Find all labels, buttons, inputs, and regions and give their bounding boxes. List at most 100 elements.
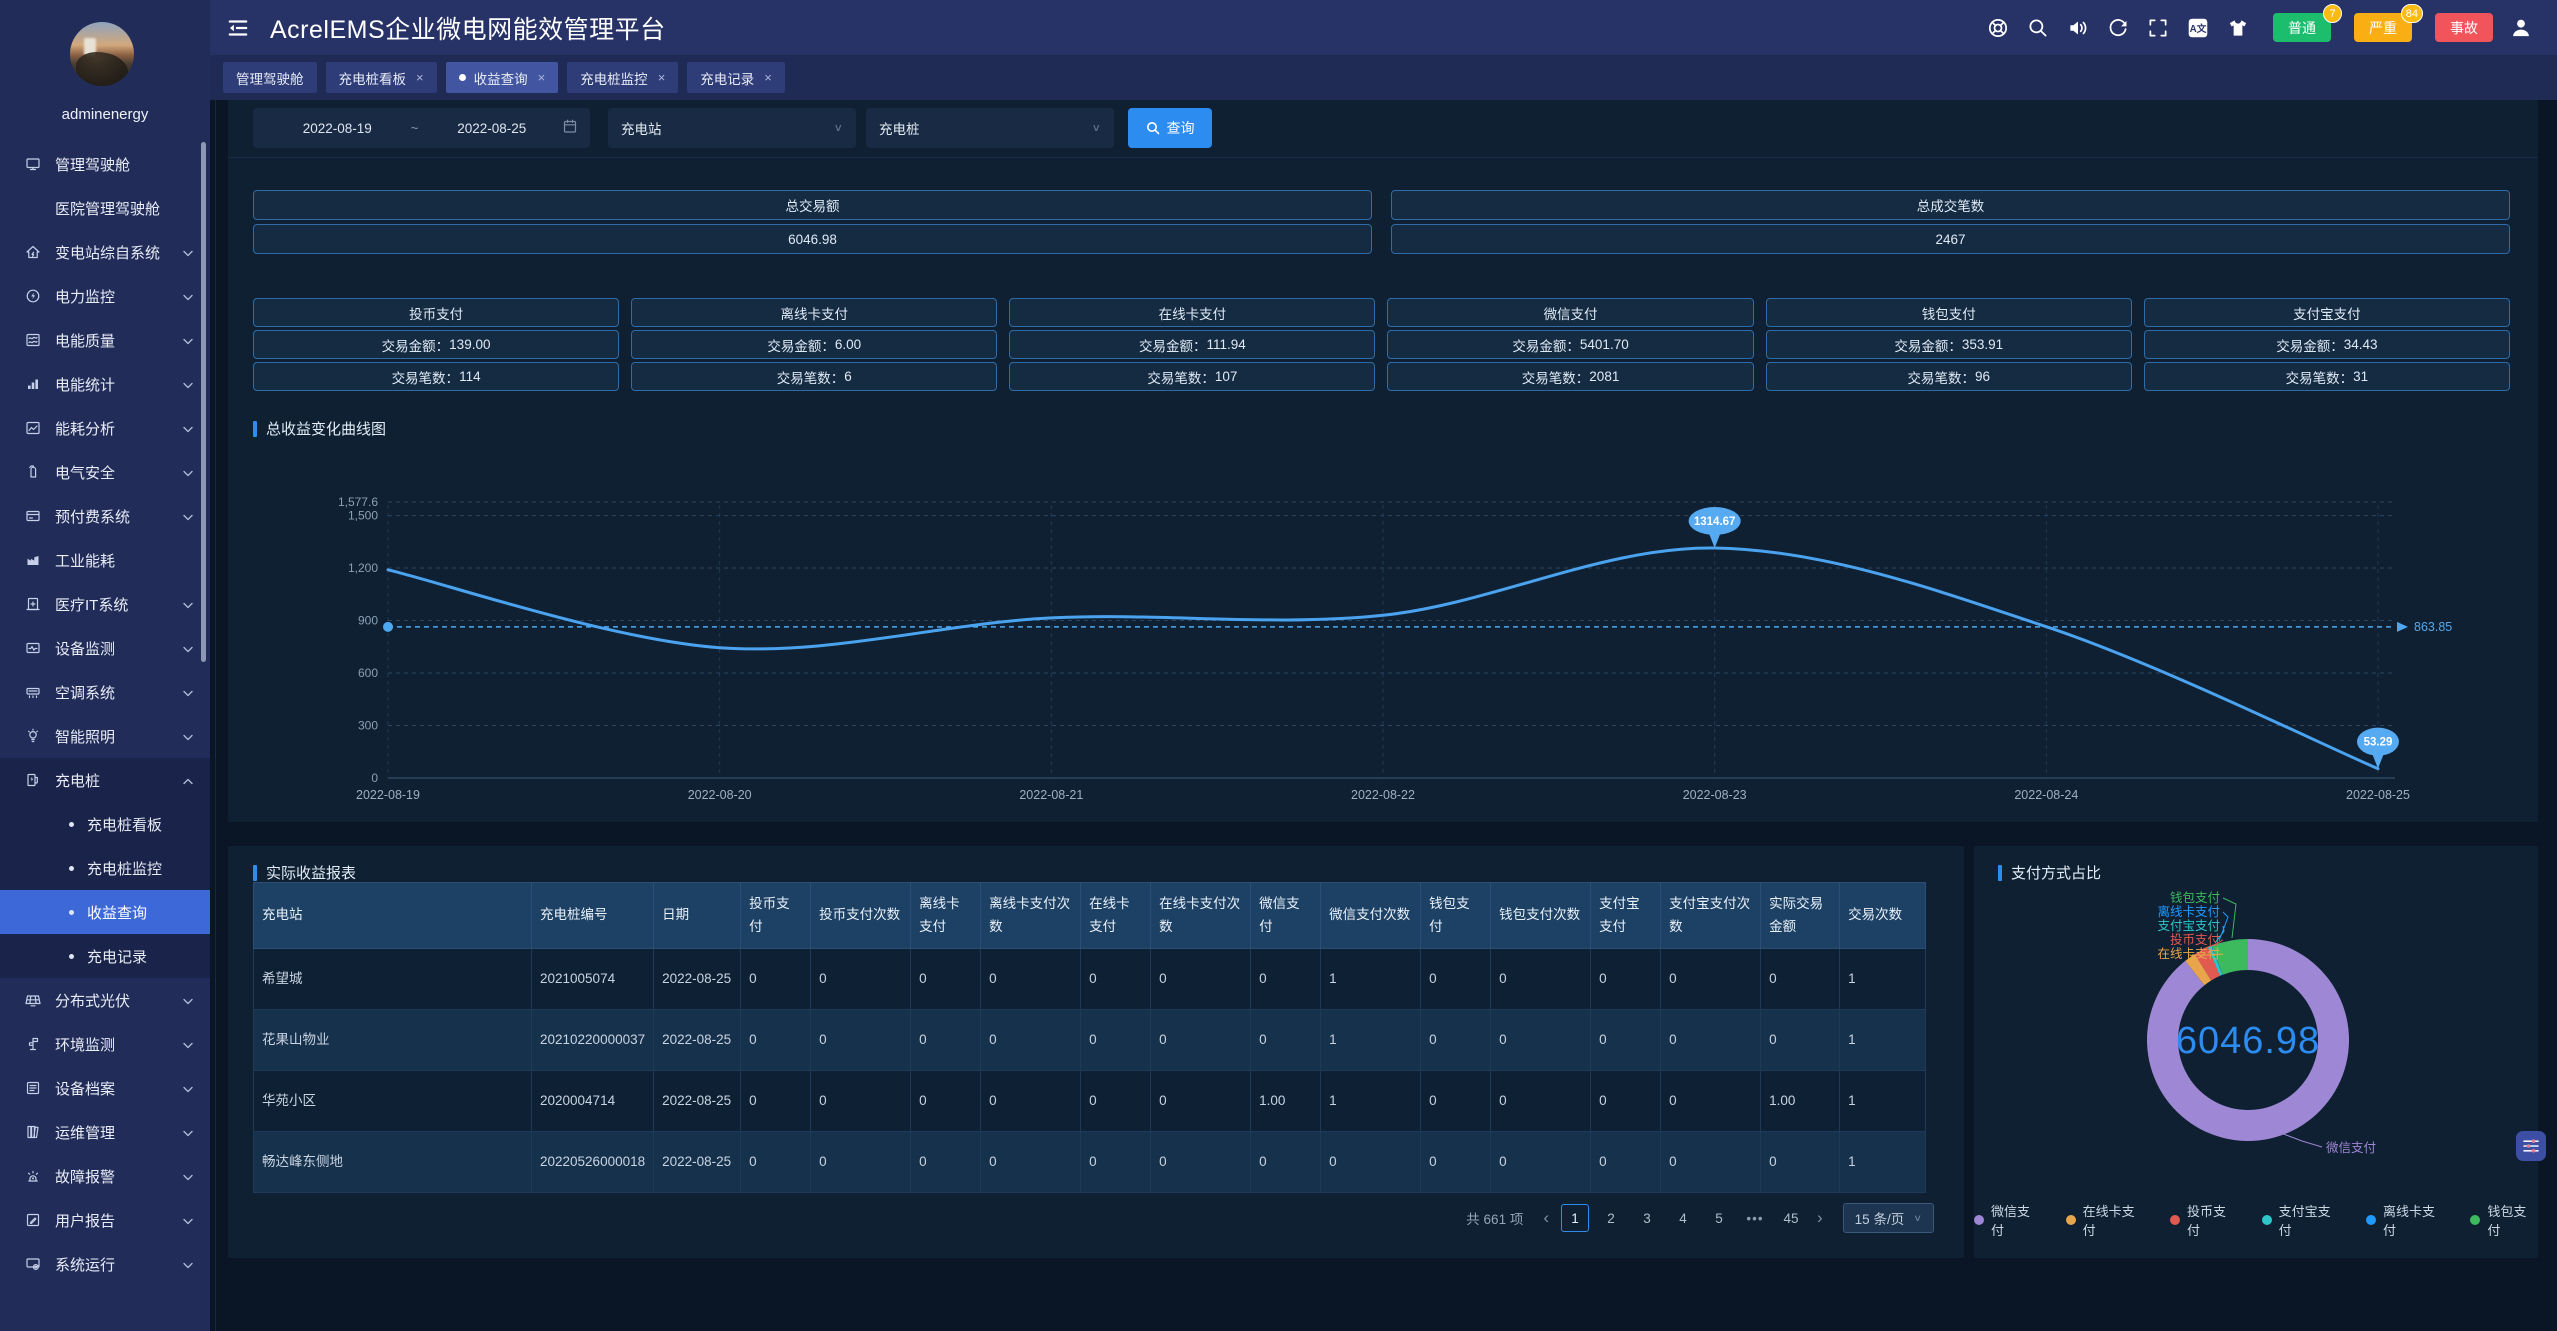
sidebar-subitem-pile-monitor[interactable]: 充电桩监控: [0, 846, 210, 890]
table-row[interactable]: 畅达峰东侧地202205260000182022-08-250000000000…: [254, 1132, 1926, 1193]
page-number[interactable]: 3: [1633, 1204, 1661, 1232]
table-header-cell: 离线卡支付: [911, 883, 981, 949]
pay-card-wallet: 钱包支付 交易金额：353.91 交易笔数：96: [1766, 298, 2132, 391]
station-select[interactable]: 充电站 ∨: [608, 108, 856, 148]
sidebar-subitem-revenue-query[interactable]: 收益查询: [0, 890, 210, 934]
legend-item[interactable]: 微信支付: [1974, 1201, 2042, 1239]
page-size-select[interactable]: 15 条/页 ∨: [1843, 1203, 1934, 1233]
tab-dashboard[interactable]: 管理驾驶舱: [223, 62, 317, 93]
page-number[interactable]: 5: [1705, 1204, 1733, 1232]
svg-text:2022-08-21: 2022-08-21: [1019, 788, 1083, 802]
sidebar-item-device-archive[interactable]: 设备档案: [0, 1066, 210, 1110]
legend-item[interactable]: 离线卡支付: [2366, 1201, 2446, 1239]
table-header-cell: 日期: [654, 883, 741, 949]
sidebar-scrollbar[interactable]: [201, 142, 206, 662]
alert-severe-button[interactable]: 严重 84: [2354, 13, 2412, 42]
chevron-up-icon: [183, 772, 193, 789]
sidebar-item-energy-analysis[interactable]: 能耗分析: [0, 406, 210, 450]
sidebar-item-power-quality[interactable]: 电能质量: [0, 318, 210, 362]
table-cell: 0: [811, 949, 911, 1010]
lifebuoy-icon[interactable]: [1986, 16, 2010, 40]
sidebar-item-dashboard[interactable]: 管理驾驶舱: [0, 142, 210, 186]
svg-text:2022-08-23: 2022-08-23: [1683, 788, 1747, 802]
display-settings-fab[interactable]: [2516, 1131, 2546, 1161]
table-cell: 0: [1421, 1010, 1491, 1071]
refresh-icon[interactable]: [2106, 16, 2130, 40]
sidebar-item-user-report[interactable]: 用户报告: [0, 1198, 210, 1242]
sidebar-item-hvac[interactable]: 空调系统: [0, 670, 210, 714]
search-icon[interactable]: [2026, 16, 2050, 40]
next-page-icon[interactable]: ›: [1813, 1208, 1827, 1228]
empty-icon: [25, 200, 41, 216]
sidebar-item-power-monitor[interactable]: 电力监控: [0, 274, 210, 318]
tab-charge-records[interactable]: 充电记录 ×: [687, 62, 785, 93]
chevron-down-icon: [183, 1168, 193, 1185]
sidebar-item-industrial-energy[interactable]: 工业能耗: [0, 538, 210, 582]
tab-pile-board[interactable]: 充电桩看板 ×: [326, 62, 437, 93]
prev-page-icon[interactable]: ‹: [1539, 1208, 1553, 1228]
tab-pile-monitor[interactable]: 充电桩监控 ×: [567, 62, 678, 93]
chevron-down-icon: ∨: [1913, 1212, 1922, 1223]
page-number[interactable]: 1: [1561, 1204, 1589, 1232]
legend-item[interactable]: 在线卡支付: [2066, 1201, 2146, 1239]
total-count-value: 2467: [1391, 224, 2510, 254]
archive-icon: [25, 1080, 41, 1096]
alert-normal-button[interactable]: 普通 7: [2273, 13, 2331, 42]
sidebar-item-lighting[interactable]: 智能照明: [0, 714, 210, 758]
sidebar-item-solar-pv[interactable]: 分布式光伏: [0, 978, 210, 1022]
legend-item[interactable]: 投币支付: [2170, 1201, 2238, 1239]
translate-icon[interactable]: A文: [2186, 16, 2210, 40]
alert-normal-badge: 7: [2323, 4, 2342, 23]
sidebar-menu: 管理驾驶舱 医院管理驾驶舱 变电站综自系统 电力监控 电能质量: [0, 142, 210, 1286]
table-row[interactable]: 希望城20210050742022-08-2500000001000001: [254, 949, 1926, 1010]
sidebar-item-fault-alarm[interactable]: 故障报警: [0, 1154, 210, 1198]
sidebar-item-ops[interactable]: 运维管理: [0, 1110, 210, 1154]
tab-revenue-query[interactable]: 收益查询 ×: [446, 62, 559, 93]
sidebar-subitem-charge-records[interactable]: 充电记录: [0, 934, 210, 978]
sidebar-item-hospital-dashboard[interactable]: 医院管理驾驶舱: [0, 186, 210, 230]
page-number[interactable]: 45: [1777, 1204, 1805, 1232]
sidebar-item-energy-stats[interactable]: 电能统计: [0, 362, 210, 406]
legend-item[interactable]: 支付宝支付: [2262, 1201, 2342, 1239]
fullscreen-icon[interactable]: [2146, 16, 2170, 40]
table-cell: 希望城: [254, 949, 532, 1010]
page-number[interactable]: 2: [1597, 1204, 1625, 1232]
user-icon[interactable]: [2509, 16, 2533, 40]
siren-icon: [25, 1168, 41, 1184]
sidebar-item-prepaid[interactable]: 预付费系统: [0, 494, 210, 538]
collapse-menu-icon[interactable]: [225, 15, 251, 41]
date-range-input[interactable]: 2022-08-19 ~ 2022-08-25: [253, 108, 590, 148]
sidebar-subitem-pile-board[interactable]: 充电桩看板: [0, 802, 210, 846]
sidebar-item-device-monitor[interactable]: 设备监测: [0, 626, 210, 670]
sidebar-item-charging-pile[interactable]: 充电桩: [0, 758, 210, 802]
table-cell: 0: [911, 1132, 981, 1193]
tab-close-icon[interactable]: ×: [764, 70, 772, 85]
table-header-cell: 充电站: [254, 883, 532, 949]
table-cell: 0: [1491, 1132, 1591, 1193]
pile-select[interactable]: 充电桩 ∨: [866, 108, 1114, 148]
chevron-down-icon: [183, 376, 193, 393]
table-cell: 畅达峰东侧地: [254, 1132, 532, 1193]
alert-accident-button[interactable]: 事故: [2435, 13, 2493, 42]
table-row[interactable]: 花果山物业202102200000372022-08-2500000001000…: [254, 1010, 1926, 1071]
tab-close-icon[interactable]: ×: [416, 70, 424, 85]
sidebar-item-substation[interactable]: 变电站综自系统: [0, 230, 210, 274]
sidebar-item-system-run[interactable]: 系统运行: [0, 1242, 210, 1286]
theme-shirt-icon[interactable]: [2226, 16, 2250, 40]
sidebar-item-electrical-safety[interactable]: 电气安全: [0, 450, 210, 494]
sidebar-item-medical-it[interactable]: 医疗IT系统: [0, 582, 210, 626]
sidebar-item-environment[interactable]: 环境监测: [0, 1022, 210, 1066]
tab-close-icon[interactable]: ×: [658, 70, 666, 85]
page-ellipsis[interactable]: •••: [1741, 1204, 1769, 1232]
tab-close-icon[interactable]: ×: [538, 70, 546, 85]
tabbar: 管理驾驶舱 充电桩看板 × 收益查询 × 充电桩监控 × 充电记录 ×: [210, 55, 2557, 100]
page-number[interactable]: 4: [1669, 1204, 1697, 1232]
volume-icon[interactable]: [2066, 16, 2090, 40]
total-amount-card: 总交易额 6046.98: [253, 190, 1372, 254]
svg-text:钱包支付: 钱包支付: [2170, 890, 2220, 905]
table-row[interactable]: 华苑小区20200047142022-08-250000001.00100001…: [254, 1071, 1926, 1132]
content-scroll-track: [215, 100, 216, 1331]
table-cell: 1: [1840, 1132, 1926, 1193]
query-button[interactable]: 查询: [1128, 108, 1212, 148]
legend-item[interactable]: 钱包支付: [2470, 1201, 2538, 1239]
